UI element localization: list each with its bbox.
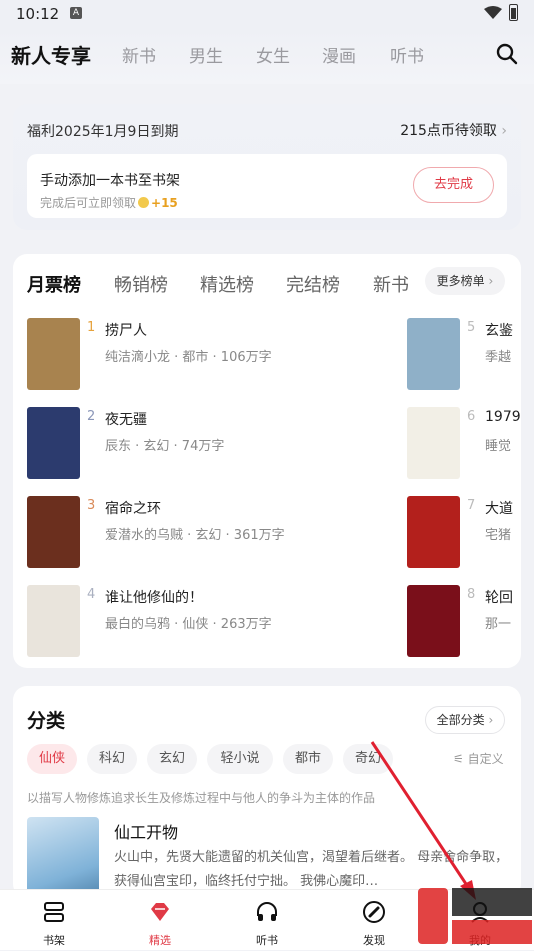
annotation-arrow (370, 741, 476, 900)
watermark-logo (418, 888, 532, 944)
